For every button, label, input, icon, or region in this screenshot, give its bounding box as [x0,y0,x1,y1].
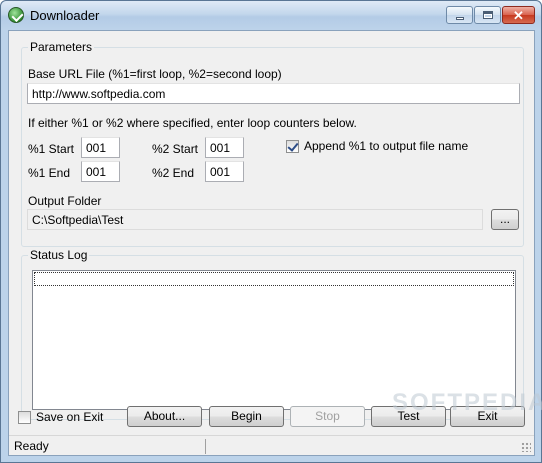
base-url-input[interactable] [27,83,520,104]
maximize-icon [483,11,493,19]
start2-input[interactable] [205,137,244,158]
window-title: Downloader [30,8,100,23]
base-url-label: Base URL File (%1=first loop, %2=second … [28,67,282,81]
end1-input[interactable] [81,161,120,182]
downloader-window: Downloader ✕ Parameters Base URL File (%… [0,0,542,463]
end2-label: %2 End [152,166,195,180]
loop-hint-text: If either %1 or %2 where specified, ente… [28,116,357,130]
softpedia-watermark: SOFTPEDIA [392,389,542,416]
resize-grip-icon[interactable] [521,442,531,452]
title-bar[interactable]: Downloader ✕ [1,1,541,30]
append-label: Append %1 to output file name [304,139,469,153]
status-separator [205,439,206,454]
about-button[interactable]: About... [127,406,202,427]
start1-input[interactable] [81,137,120,158]
client-area: Parameters Base URL File (%1=first loop,… [8,30,542,456]
status-log-group-title: Status Log [28,248,90,262]
append-checkbox[interactable] [286,140,299,153]
end1-label: %1 End [28,166,71,180]
status-text: Ready [14,439,49,453]
browse-folder-button[interactable]: ... [491,209,519,230]
minimize-icon [456,17,464,20]
save-on-exit-checkbox[interactable] [18,411,31,424]
parameters-group: Parameters Base URL File (%1=first loop,… [21,40,524,247]
start1-label: %1 Start [28,142,75,156]
log-focus-row[interactable] [34,272,514,286]
begin-button[interactable]: Begin [209,406,284,427]
save-on-exit-label: Save on Exit [36,410,104,424]
output-folder-label: Output Folder [28,194,102,208]
stop-button[interactable]: Stop [290,406,365,427]
output-folder-input[interactable] [27,209,483,230]
close-icon: ✕ [513,8,524,23]
maximize-button[interactable] [474,6,501,24]
end2-input[interactable] [205,161,244,182]
status-bar: Ready [9,435,534,455]
minimize-button[interactable] [446,6,473,24]
app-icon [8,7,24,23]
close-button[interactable]: ✕ [502,6,535,24]
start2-label: %2 Start [152,142,199,156]
parameters-group-title: Parameters [28,40,95,54]
